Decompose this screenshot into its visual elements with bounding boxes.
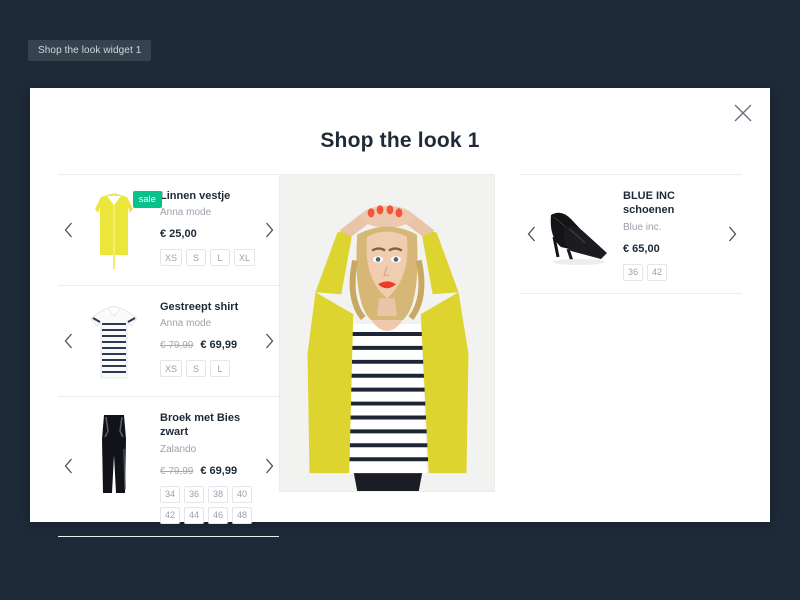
size-options: 36 42 bbox=[623, 263, 722, 281]
status-badge: sale bbox=[132, 191, 162, 208]
size-chip[interactable]: 40 bbox=[232, 485, 253, 503]
product-thumbnail bbox=[78, 409, 150, 495]
chevron-left-icon[interactable] bbox=[58, 222, 78, 238]
size-options: XS S L bbox=[160, 360, 259, 378]
product-price: € 69,99 bbox=[200, 339, 238, 352]
product-old-price: € 79,99 bbox=[160, 465, 194, 477]
product-thumbnail bbox=[541, 187, 613, 273]
product-old-price: € 79,99 bbox=[160, 340, 194, 352]
product-info: Gestreept shirt Anna mode € 79,99 € 69,9… bbox=[150, 298, 259, 378]
shop-the-look-modal: Shop the look 1 sale Linnen vestje Anna … bbox=[30, 88, 770, 537]
product-thumbnail bbox=[78, 298, 150, 384]
hero-column bbox=[279, 174, 495, 537]
product-price: € 69,99 bbox=[200, 464, 238, 477]
product-info: BLUE INC schoenen Blue inc. € 65,00 36 4… bbox=[613, 187, 722, 281]
size-chip[interactable]: S bbox=[186, 249, 207, 267]
product-brand: Anna mode bbox=[160, 207, 212, 219]
product-card[interactable]: sale Linnen vestje Anna mode € 25,00 XS … bbox=[58, 174, 279, 285]
size-chip[interactable]: XS bbox=[160, 360, 183, 378]
widget-tab[interactable]: Shop the look widget 1 bbox=[28, 40, 152, 61]
size-chip[interactable]: L bbox=[210, 249, 231, 267]
size-chip[interactable]: S bbox=[186, 360, 207, 378]
product-name: Linnen vestje bbox=[160, 190, 231, 202]
chevron-right-icon[interactable] bbox=[259, 222, 279, 238]
size-chip[interactable]: 34 bbox=[160, 485, 181, 503]
size-chip[interactable]: XS bbox=[160, 249, 183, 267]
product-name: Broek met Bies zwart bbox=[160, 412, 241, 439]
chevron-right-icon[interactable] bbox=[259, 458, 279, 474]
size-chip[interactable]: XL bbox=[234, 249, 256, 267]
size-options: 34 36 38 40 42 44 46 48 bbox=[160, 485, 259, 524]
size-chip[interactable]: 36 bbox=[184, 485, 205, 503]
chevron-right-icon[interactable] bbox=[259, 333, 279, 349]
chevron-left-icon[interactable] bbox=[58, 458, 78, 474]
chevron-right-icon[interactable] bbox=[722, 226, 742, 242]
product-info: Broek met Bies zwart Zalando € 79,99 € 6… bbox=[150, 409, 259, 524]
product-card[interactable]: Broek met Bies zwart Zalando € 79,99 € 6… bbox=[58, 396, 279, 537]
chevron-left-icon[interactable] bbox=[521, 226, 541, 242]
product-brand: Anna mode bbox=[160, 318, 212, 330]
size-chip[interactable]: 36 bbox=[623, 263, 644, 281]
page-title: Shop the look 1 bbox=[320, 129, 480, 152]
right-product-column: BLUE INC schoenen Blue inc. € 65,00 36 4… bbox=[521, 174, 742, 537]
size-chip[interactable]: L bbox=[210, 360, 231, 378]
product-thumbnail: sale bbox=[78, 187, 162, 273]
product-brand: Zalando bbox=[160, 443, 197, 455]
close-icon[interactable] bbox=[729, 99, 757, 127]
product-name: Gestreept shirt bbox=[160, 301, 239, 313]
hero-image bbox=[279, 174, 495, 492]
product-price: € 25,00 bbox=[160, 228, 197, 241]
product-brand: Blue inc. bbox=[623, 221, 662, 233]
size-chip[interactable]: 44 bbox=[184, 506, 205, 524]
product-price: € 65,00 bbox=[623, 242, 660, 255]
price-row: € 79,99 € 69,99 bbox=[160, 339, 259, 351]
modal-body: sale Linnen vestje Anna mode € 25,00 XS … bbox=[30, 174, 770, 537]
price-row: € 79,99 € 69,99 bbox=[160, 465, 259, 477]
size-chip[interactable]: 46 bbox=[208, 506, 229, 524]
price-row: € 25,00 bbox=[160, 228, 259, 240]
left-product-column: sale Linnen vestje Anna mode € 25,00 XS … bbox=[58, 174, 279, 537]
widget-tab-label: Shop the look widget 1 bbox=[38, 45, 142, 56]
size-chip[interactable]: 38 bbox=[208, 485, 229, 503]
product-card[interactable]: BLUE INC schoenen Blue inc. € 65,00 36 4… bbox=[521, 174, 742, 294]
size-options: XS S L XL bbox=[160, 249, 259, 267]
size-chip[interactable]: 42 bbox=[160, 506, 181, 524]
product-info: Linnen vestje Anna mode € 25,00 XS S L X… bbox=[150, 187, 259, 267]
product-card[interactable]: Gestreept shirt Anna mode € 79,99 € 69,9… bbox=[58, 285, 279, 396]
product-name: BLUE INC schoenen bbox=[623, 190, 675, 217]
chevron-left-icon[interactable] bbox=[58, 333, 78, 349]
size-chip[interactable]: 48 bbox=[232, 506, 253, 524]
size-chip[interactable]: 42 bbox=[647, 263, 668, 281]
price-row: € 65,00 bbox=[623, 243, 722, 255]
